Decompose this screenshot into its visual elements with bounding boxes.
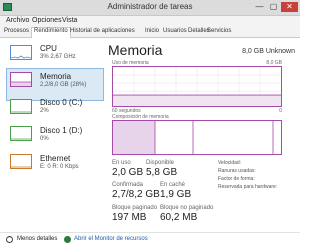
memory-thumbnail[interactable] <box>10 72 32 87</box>
page-title: Memoria <box>108 42 163 58</box>
stat-confirmada-value: 2,7/8,2 GB <box>112 189 160 200</box>
stat-disponible-value: 5,8 GB <box>146 167 178 178</box>
tab-strip: Procesos Rendimiento Historial de aplica… <box>0 27 300 38</box>
label-ranuras-usadas: Ranuras usadas: <box>218 168 256 174</box>
label-factor-de-forma: Factor de forma: <box>218 176 255 182</box>
disk0-thumbnail[interactable] <box>10 99 32 114</box>
close-button[interactable]: ✕ <box>281 2 298 12</box>
tab-rendimiento[interactable]: Rendimiento <box>31 27 71 38</box>
disco0-value: 2% <box>40 108 49 114</box>
sidebar-item-disco0[interactable]: Disco 0 (C:) <box>40 98 82 107</box>
less-details-button[interactable]: Menos detalles <box>17 236 57 242</box>
resource-monitor-icon <box>64 236 71 243</box>
stat-confirmada-label: Confirmada <box>112 182 144 188</box>
tab-historial[interactable]: Historial de aplicaciones <box>70 28 135 34</box>
sidebar-item-ethernet[interactable]: Ethernet <box>40 154 70 163</box>
memory-total: 8,0 GB Unknown <box>242 48 295 55</box>
open-resource-monitor-link[interactable]: Abrir el Monitor de recursos <box>74 236 148 242</box>
stat-bloque-paginado-value: 197 MB <box>112 212 147 223</box>
stat-bloque-no-paginado-value: 60,2 MB <box>160 212 198 223</box>
stat-bloque-paginado-label: Bloque paginado <box>112 205 158 211</box>
memory-composition-bar <box>112 120 282 155</box>
ethernet-value: E: 0 R: 0 Kbps <box>40 164 79 170</box>
menu-bar: Archivo Opciones Vista <box>0 16 300 27</box>
ethernet-thumbnail[interactable] <box>10 154 32 169</box>
tab-usuarios[interactable]: Usuarios <box>163 28 187 34</box>
tab-procesos[interactable]: Procesos <box>4 28 29 34</box>
disco1-value: 0% <box>40 136 49 142</box>
stat-en-cache-value: 1,9 GB <box>160 189 192 200</box>
minimize-button[interactable]: — <box>253 2 266 12</box>
memory-usage-graph <box>112 66 282 107</box>
stat-en-uso-value: 2,0 GB <box>112 167 144 178</box>
menu-archivo[interactable]: Archivo <box>6 17 29 24</box>
chevron-up-icon[interactable]: ⌃ <box>6 236 13 243</box>
sidebar-item-cpu[interactable]: CPU <box>40 44 57 53</box>
label-reservada-hardware: Reservada para hardware: <box>218 184 278 190</box>
stat-en-uso-label: En uso <box>112 160 131 166</box>
sidebar-item-memoria[interactable]: Memoria <box>40 72 71 81</box>
disk1-thumbnail[interactable] <box>10 126 32 141</box>
cpu-thumbnail[interactable] <box>10 45 32 60</box>
cpu-value: 3% 2,67 GHz <box>40 54 76 60</box>
menu-vista[interactable]: Vista <box>62 17 77 24</box>
maximize-button[interactable]: ▢ <box>267 2 280 12</box>
label-velocidad: Velocidad: <box>218 160 242 166</box>
memory-usage-area <box>113 95 281 106</box>
title-bar: Administrador de tareas — ▢ ✕ <box>0 0 300 16</box>
stat-disponible-label: Disponible <box>146 160 175 166</box>
menu-opciones[interactable]: Opciones <box>32 17 62 24</box>
memoria-value: 2,2/8,0 GB (28%) <box>40 82 87 88</box>
stat-en-cache-label: En caché <box>160 182 186 188</box>
tab-servicios[interactable]: Servicios <box>207 28 231 34</box>
stat-bloque-no-paginado-label: Bloque no paginado <box>160 205 214 211</box>
sidebar-item-disco1[interactable]: Disco 1 (D:) <box>40 126 82 135</box>
time-axis-right: 0 <box>279 108 282 114</box>
tab-inicio[interactable]: Inicio <box>145 28 159 34</box>
